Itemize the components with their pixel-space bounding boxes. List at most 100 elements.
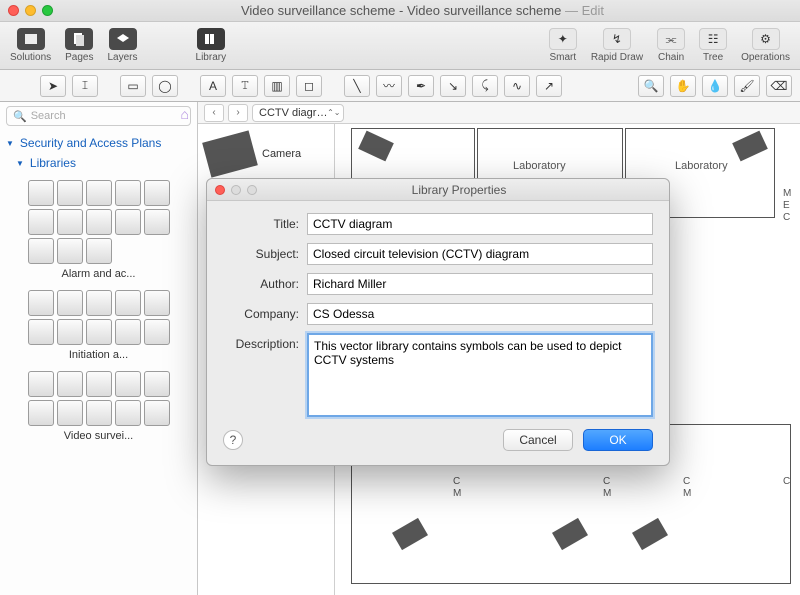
tool-textbox[interactable]: 𝚃: [232, 75, 258, 97]
library-selector[interactable]: CCTV diagr…: [252, 104, 344, 122]
description-field[interactable]: [307, 333, 653, 417]
library-thumb[interactable]: [28, 371, 54, 397]
library-thumb[interactable]: [86, 290, 112, 316]
library-thumb[interactable]: [57, 319, 83, 345]
toolbar-layers[interactable]: Layers: [108, 28, 138, 63]
tool-hand[interactable]: ✋: [670, 75, 696, 97]
tag: E: [783, 200, 790, 211]
library-thumb[interactable]: [115, 319, 141, 345]
library-thumb[interactable]: [144, 319, 170, 345]
library-group-label: Video survei...: [6, 430, 191, 442]
room-label: Laboratory: [513, 160, 566, 172]
library-thumb[interactable]: [28, 238, 54, 264]
library-thumb[interactable]: [115, 290, 141, 316]
library-thumb[interactable]: [144, 400, 170, 426]
left-sidebar: 🔍 Search ⌂ Security and Access Plans Lib…: [0, 102, 198, 595]
library-thumb[interactable]: [28, 319, 54, 345]
tool-connector[interactable]: ↘: [440, 75, 466, 97]
search-input[interactable]: 🔍 Search: [6, 106, 191, 126]
library-thumb[interactable]: [28, 180, 54, 206]
library-thumb[interactable]: [57, 209, 83, 235]
palette-item-camera[interactable]: Camera: [206, 132, 326, 176]
company-field[interactable]: [307, 303, 653, 325]
home-icon[interactable]: ⌂: [181, 106, 189, 122]
field-label-company: Company:: [223, 303, 307, 321]
library-thumb[interactable]: [144, 209, 170, 235]
tag: M: [453, 488, 461, 499]
toolbar-pages[interactable]: Pages: [65, 28, 93, 63]
tool-note[interactable]: ▥: [264, 75, 290, 97]
library-group-label: Alarm and ac...: [6, 268, 191, 280]
library-thumb[interactable]: [86, 238, 112, 264]
tool-curve[interactable]: 〰: [376, 75, 402, 97]
library-thumb[interactable]: [57, 371, 83, 397]
toolbar-operations[interactable]: ⚙Operations: [741, 28, 790, 63]
library-thumb[interactable]: [115, 180, 141, 206]
tool-zoom[interactable]: 🔍: [638, 75, 664, 97]
toolbar-solutions[interactable]: Solutions: [10, 28, 51, 63]
library-thumb[interactable]: [57, 238, 83, 264]
author-field[interactable]: [307, 273, 653, 295]
tree-subsection-libraries[interactable]: Libraries: [16, 156, 191, 170]
tool-rect[interactable]: ▭: [120, 75, 146, 97]
toolbar-chain[interactable]: ⫘Chain: [657, 28, 685, 63]
tool-pointer[interactable]: ➤: [40, 75, 66, 97]
window-minimize-icon[interactable]: [25, 5, 36, 16]
nav-back[interactable]: ‹: [204, 104, 224, 122]
library-thumb[interactable]: [86, 209, 112, 235]
library-group-label: Initiation a...: [6, 349, 191, 361]
library-thumb[interactable]: [144, 371, 170, 397]
library-thumb[interactable]: [144, 290, 170, 316]
tag: C: [603, 476, 610, 487]
library-thumb[interactable]: [28, 209, 54, 235]
tag: C: [683, 476, 690, 487]
library-thumb[interactable]: [86, 400, 112, 426]
tool-eyedrop[interactable]: 💧: [702, 75, 728, 97]
library-thumb[interactable]: [86, 319, 112, 345]
tag: M: [783, 188, 791, 199]
dialog-minimize-icon: [231, 185, 241, 195]
window-title: Video surveillance scheme - Video survei…: [241, 3, 561, 18]
window-close-icon[interactable]: [8, 5, 19, 16]
library-nav: ‹ › CCTV diagr…: [198, 102, 800, 124]
tool-spline[interactable]: ∿: [504, 75, 530, 97]
toolbar-smart[interactable]: ✦Smart: [549, 28, 577, 63]
toolbar-library[interactable]: Library: [196, 28, 227, 63]
help-button[interactable]: ?: [223, 430, 243, 450]
window-zoom-icon[interactable]: [42, 5, 53, 16]
toolbar-tree[interactable]: ☷Tree: [699, 28, 727, 63]
subject-field[interactable]: [307, 243, 653, 265]
dialog-close-icon[interactable]: [215, 185, 225, 195]
cancel-button[interactable]: Cancel: [503, 429, 573, 451]
tag: M: [603, 488, 611, 499]
toolbar-rapid-draw[interactable]: ↯Rapid Draw: [591, 28, 643, 63]
library-thumb[interactable]: [57, 290, 83, 316]
window-edit-flag: Edit: [582, 3, 604, 18]
tool-text-select[interactable]: 𝙸: [72, 75, 98, 97]
tool-arrow[interactable]: ↗: [536, 75, 562, 97]
nav-forward[interactable]: ›: [228, 104, 248, 122]
library-thumb[interactable]: [57, 400, 83, 426]
tool-arc[interactable]: ⤹: [472, 75, 498, 97]
tool-erase[interactable]: ⌫: [766, 75, 792, 97]
library-thumb[interactable]: [57, 180, 83, 206]
library-thumb[interactable]: [144, 180, 170, 206]
tool-line[interactable]: ╲: [344, 75, 370, 97]
library-thumb[interactable]: [115, 371, 141, 397]
library-thumb[interactable]: [28, 290, 54, 316]
tool-text[interactable]: A: [200, 75, 226, 97]
library-thumb[interactable]: [115, 209, 141, 235]
library-thumb[interactable]: [28, 400, 54, 426]
library-thumb[interactable]: [86, 180, 112, 206]
title-field[interactable]: [307, 213, 653, 235]
tree-section-security[interactable]: Security and Access Plans: [6, 136, 191, 150]
field-label-title: Title:: [223, 213, 307, 231]
tool-callout[interactable]: ◻: [296, 75, 322, 97]
tool-ellipse[interactable]: ◯: [152, 75, 178, 97]
tool-brush[interactable]: 🖌: [734, 75, 760, 97]
library-thumb[interactable]: [86, 371, 112, 397]
library-thumb[interactable]: [115, 400, 141, 426]
tool-pen[interactable]: ✒: [408, 75, 434, 97]
ok-button[interactable]: OK: [583, 429, 653, 451]
field-label-description: Description:: [223, 333, 307, 351]
